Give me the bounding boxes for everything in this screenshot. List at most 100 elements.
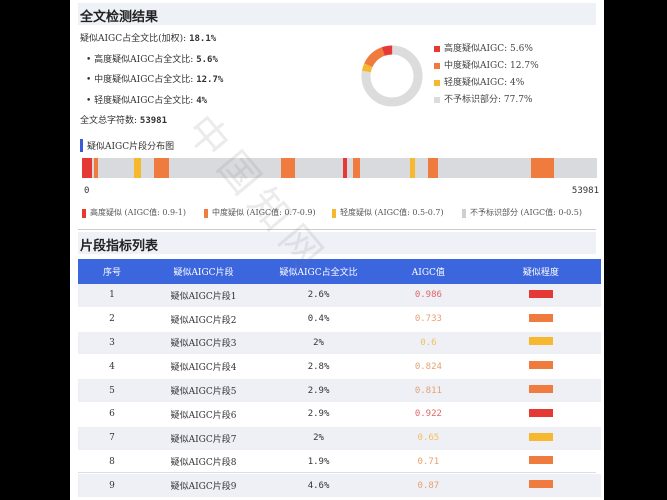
cell-aigc-value: 0.87 bbox=[376, 473, 481, 499]
distribution-segment bbox=[82, 158, 93, 178]
severity-bar bbox=[528, 385, 553, 394]
cell-ratio: 2.9% bbox=[261, 378, 377, 403]
cell-segment: 疑似AIGC片段5 bbox=[145, 378, 262, 403]
table-row: 5 疑似AIGC片段5 2.9% 0.811 bbox=[78, 378, 601, 403]
high-stat: • 高度疑似AIGC占全文比: 5.6% bbox=[86, 55, 218, 65]
cell-aigc-value: 0.811 bbox=[376, 378, 481, 403]
donut-legend-item: 轻度疑似AIGC: 4% bbox=[434, 75, 524, 88]
distribution-legend-item: 轻度疑似 (AIGC值: 0.5-0.7) bbox=[332, 207, 444, 218]
cell-aigc-value: 0.922 bbox=[376, 402, 481, 427]
cell-no: 9 bbox=[78, 473, 146, 499]
high-value: 5.6% bbox=[196, 55, 218, 65]
legend-swatch bbox=[434, 96, 440, 103]
legend-label: 轻度疑似AIGC: 4% bbox=[444, 78, 525, 88]
cell-severity bbox=[480, 426, 601, 451]
distribution-bar bbox=[82, 158, 597, 178]
cell-segment: 疑似AIGC片段1 bbox=[145, 284, 262, 308]
cell-severity bbox=[480, 307, 601, 332]
distribution-segment bbox=[154, 158, 169, 178]
cell-ratio: 2% bbox=[261, 426, 377, 451]
table-row: 1 疑似AIGC片段1 2.6% 0.986 bbox=[78, 284, 601, 308]
distribution-legend-item: 高度疑似 (AIGC值: 0.9-1) bbox=[82, 207, 186, 218]
cell-no: 3 bbox=[78, 331, 146, 356]
cell-no: 6 bbox=[78, 402, 146, 427]
legend-swatch bbox=[462, 208, 466, 218]
cell-no: 1 bbox=[78, 284, 146, 308]
severity-bar bbox=[528, 456, 553, 465]
distribution-segment bbox=[428, 158, 438, 178]
overall-value: 18.1% bbox=[189, 34, 217, 44]
bottom-divider bbox=[78, 472, 596, 473]
severity-bar bbox=[528, 361, 553, 370]
distribution-segment bbox=[531, 158, 555, 178]
legend-label: 高度疑似 (AIGC值: 0.9-1) bbox=[90, 208, 186, 217]
cell-no: 8 bbox=[78, 450, 146, 475]
distribution-segment bbox=[352, 158, 360, 178]
table-row: 6 疑似AIGC片段6 2.9% 0.922 bbox=[78, 402, 601, 427]
cell-ratio: 2% bbox=[261, 331, 377, 356]
table-header-row: 序号 疑似AIGC片段 疑似AIGC占全文比 AIGC值 疑似程度 bbox=[78, 259, 601, 284]
cell-severity bbox=[480, 284, 601, 308]
legend-label: 不予标识部分 (AIGC值: 0-0.5) bbox=[470, 208, 582, 217]
table-row: 9 疑似AIGC片段9 4.6% 0.87 bbox=[78, 473, 601, 499]
severity-bar bbox=[528, 432, 553, 441]
cell-severity bbox=[480, 473, 601, 499]
table-row: 7 疑似AIGC片段7 2% 0.65 bbox=[78, 426, 601, 451]
cell-ratio: 2.9% bbox=[261, 402, 377, 427]
cell-no: 4 bbox=[78, 354, 146, 380]
cell-ratio: 0.4% bbox=[261, 307, 377, 332]
cell-no: 2 bbox=[78, 307, 146, 332]
severity-bar bbox=[528, 289, 553, 298]
legend-label: 中度疑似AIGC: 12.7% bbox=[444, 61, 539, 71]
table-body: 1 疑似AIGC片段1 2.6% 0.986 2 疑似AIGC片段2 0.4% 0.733 3 疑… bbox=[78, 284, 601, 499]
segment-table: 序号 疑似AIGC片段 疑似AIGC占全文比 AIGC值 疑似程度 1 疑似AIG… bbox=[78, 259, 601, 499]
overall-stat: 疑似AIGC占全文比(加权): 18.1% bbox=[80, 34, 217, 44]
distribution-legend-item: 不予标识部分 (AIGC值: 0-0.5) bbox=[462, 207, 582, 218]
cell-segment: 疑似AIGC片段2 bbox=[145, 307, 262, 332]
legend-swatch bbox=[434, 62, 440, 69]
table-row: 2 疑似AIGC片段2 0.4% 0.733 bbox=[78, 307, 601, 332]
distribution-title: 疑似AIGC片段分布图 bbox=[80, 139, 174, 152]
watermark: 中国知网 bbox=[177, 106, 336, 284]
table-row: 4 疑似AIGC片段4 2.8% 0.824 bbox=[78, 354, 601, 380]
cell-no: 5 bbox=[78, 378, 146, 403]
mid-stat: • 中度疑似AIGC占全文比: 12.7% bbox=[86, 75, 224, 85]
cell-aigc-value: 0.986 bbox=[376, 284, 481, 308]
cell-aigc-value: 0.65 bbox=[376, 426, 481, 451]
low-value: 4% bbox=[196, 96, 208, 106]
cell-severity bbox=[480, 378, 601, 403]
legend-swatch bbox=[82, 208, 86, 218]
summary-title: 全文检测结果 bbox=[80, 10, 159, 25]
cell-ratio: 2.8% bbox=[261, 354, 377, 380]
donut-legend-item: 不予标识部分: 77.7% bbox=[434, 92, 532, 105]
mid-value: 12.7% bbox=[196, 75, 224, 85]
header-severity: 疑似程度 bbox=[480, 259, 601, 284]
cell-aigc-value: 0.71 bbox=[376, 450, 481, 475]
legend-swatch bbox=[204, 208, 208, 218]
distribution-segment bbox=[133, 158, 142, 178]
table-title: 片段指标列表 bbox=[80, 239, 159, 254]
cell-no: 7 bbox=[78, 426, 146, 451]
low-stat: • 轻度疑似AIGC占全文比: 4% bbox=[86, 96, 208, 106]
table-row: 3 疑似AIGC片段3 2% 0.6 bbox=[78, 331, 601, 356]
cell-segment: 疑似AIGC片段7 bbox=[145, 426, 262, 451]
distribution-segment bbox=[343, 158, 348, 178]
header-no: 序号 bbox=[78, 259, 146, 284]
cell-severity bbox=[480, 331, 601, 356]
donut-legend-item: 高度疑似AIGC: 5.6% bbox=[434, 41, 533, 54]
cell-segment: 疑似AIGC片段3 bbox=[145, 331, 262, 356]
legend-label: 轻度疑似 (AIGC值: 0.5-0.7) bbox=[340, 208, 444, 217]
donut-chart bbox=[361, 45, 423, 107]
cell-ratio: 2.6% bbox=[261, 284, 377, 308]
total-stat: 全文总字符数: 53981 bbox=[80, 116, 168, 126]
cell-severity bbox=[480, 450, 601, 475]
header-segment: 疑似AIGC片段 bbox=[145, 259, 262, 284]
legend-swatch bbox=[434, 45, 440, 52]
cell-severity bbox=[480, 402, 601, 427]
cell-segment: 疑似AIGC片段9 bbox=[145, 473, 262, 499]
axis-start: 0 bbox=[84, 186, 90, 196]
report-page: 全文检测结果 疑似AIGC占全文比(加权): 18.1% • 高度疑似AIGC占… bbox=[70, 0, 604, 500]
cell-segment: 疑似AIGC片段4 bbox=[145, 354, 262, 380]
table-row: 8 疑似AIGC片段8 1.9% 0.71 bbox=[78, 450, 601, 475]
distribution-segment bbox=[410, 158, 415, 178]
